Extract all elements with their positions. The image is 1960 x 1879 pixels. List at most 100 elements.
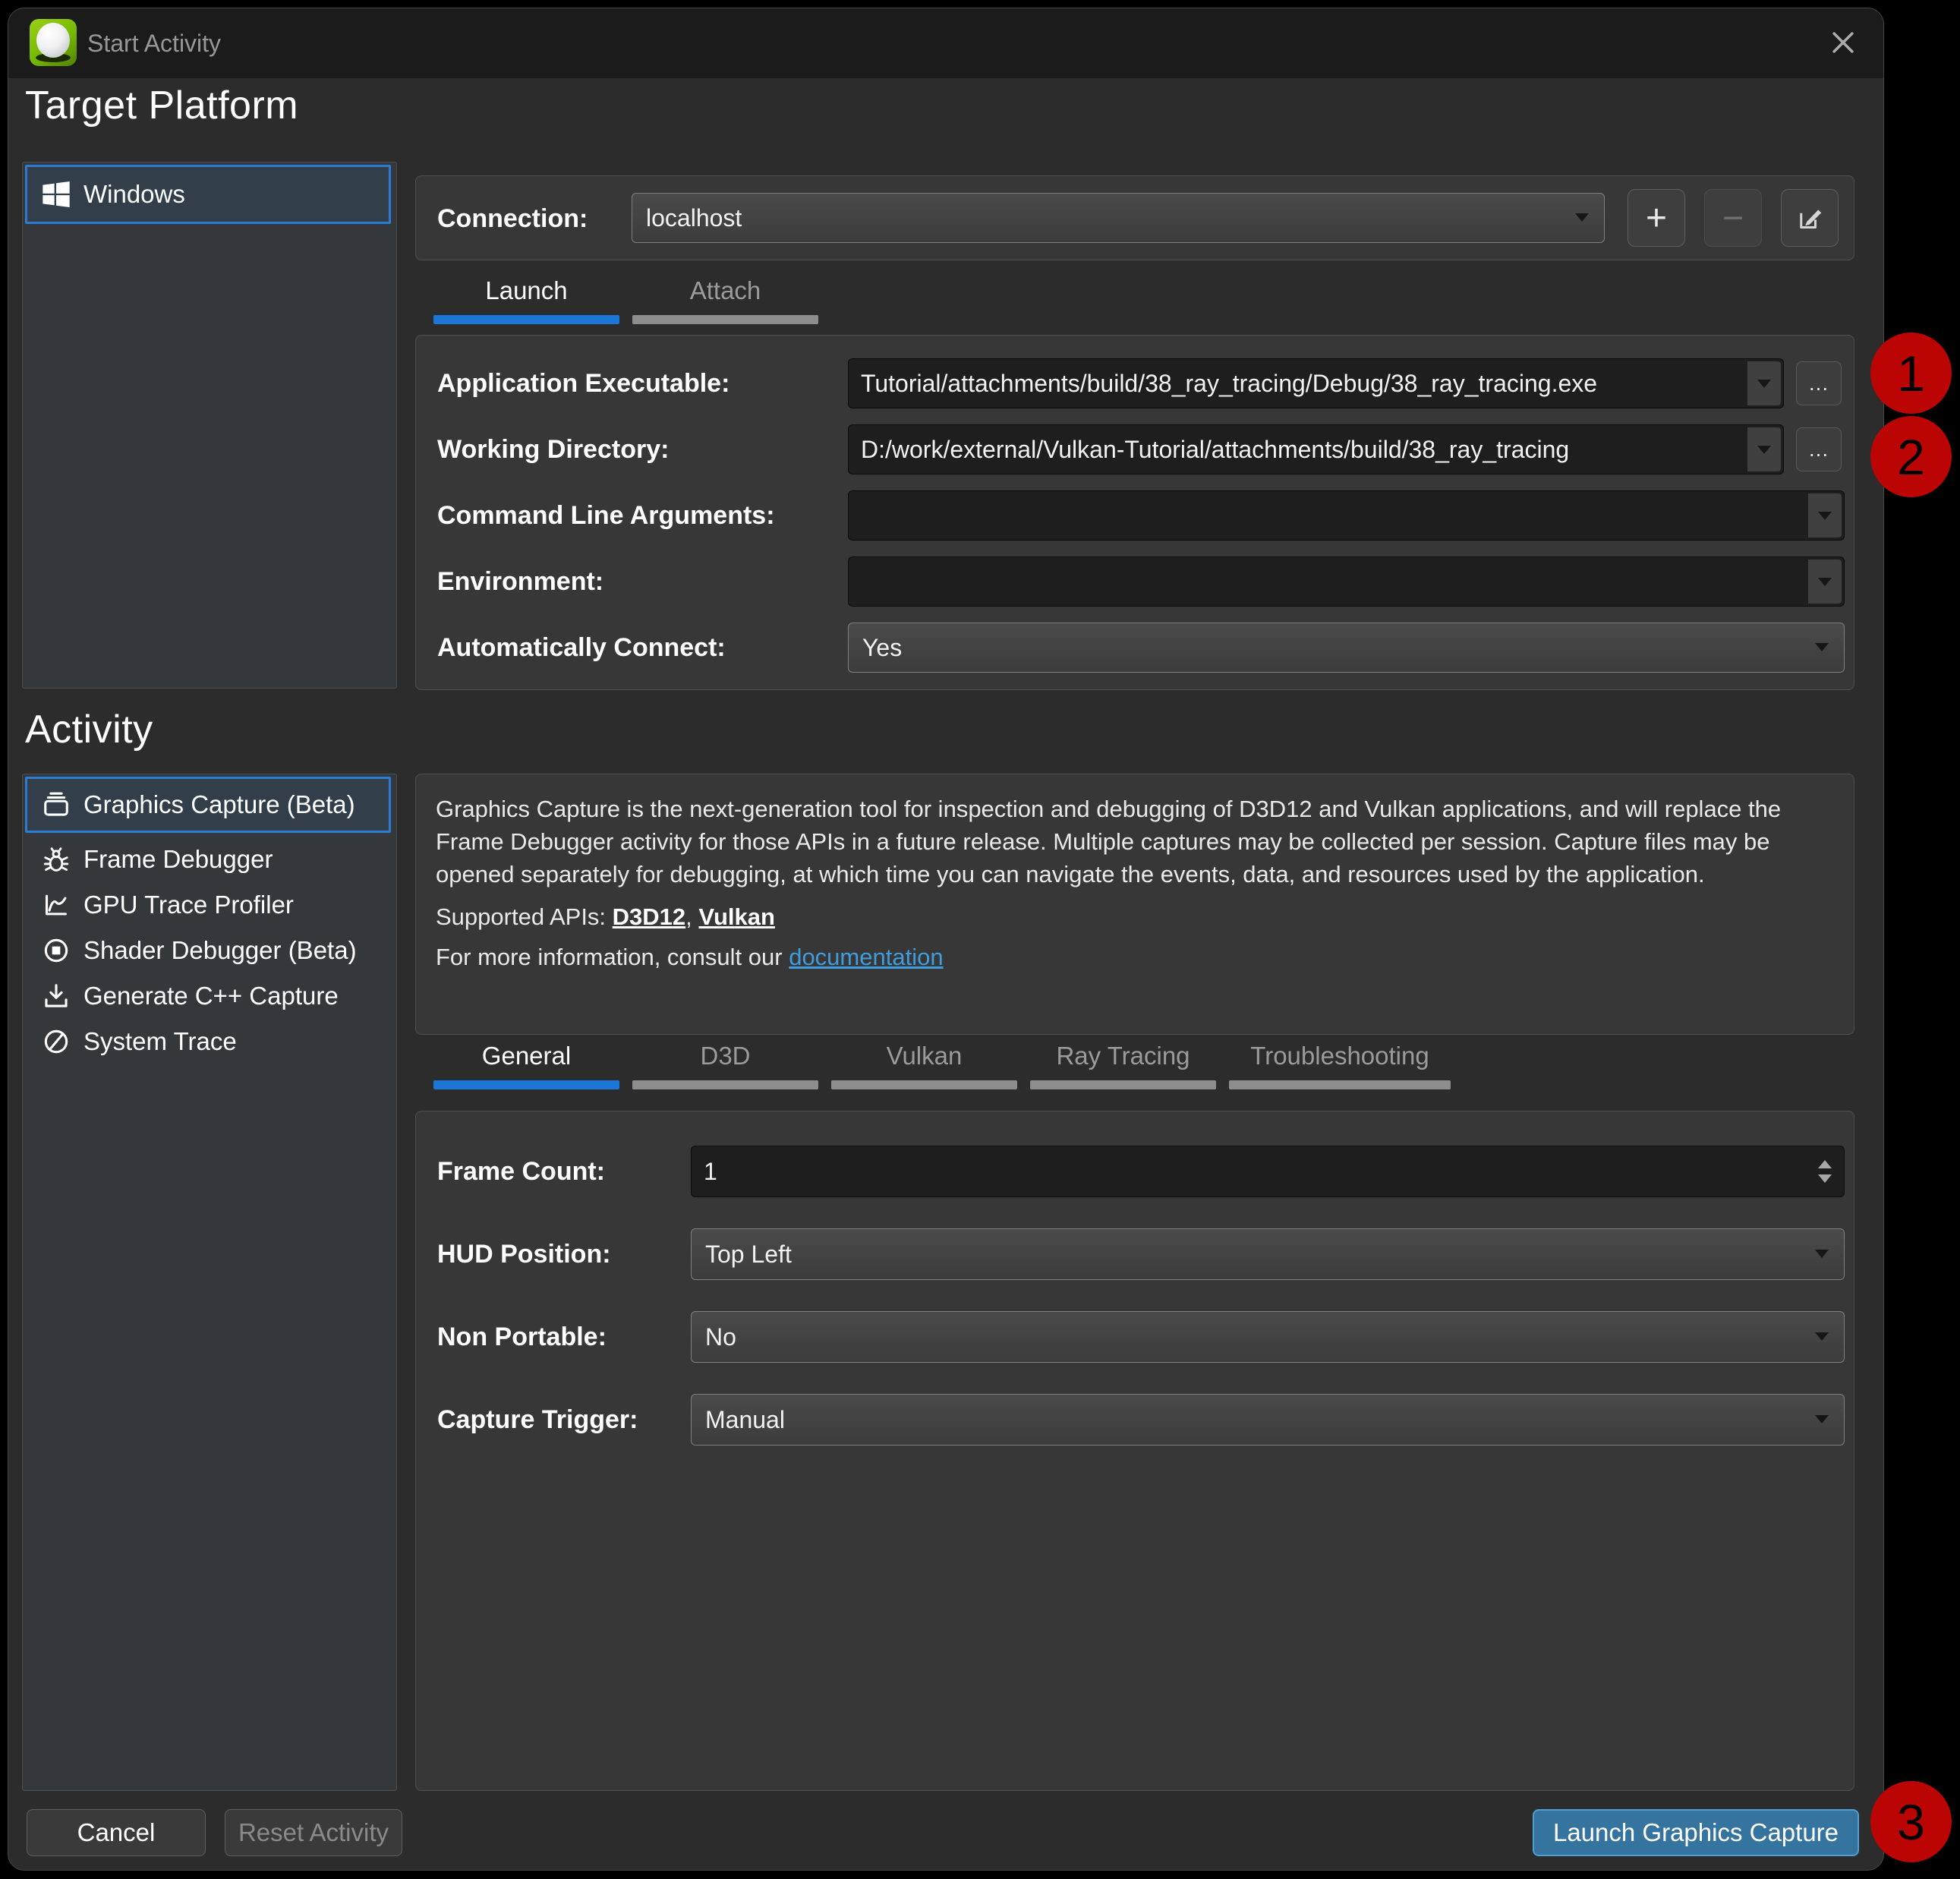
api-link-vulkan[interactable]: Vulkan	[698, 903, 775, 930]
tab-label: D3D	[632, 1039, 818, 1073]
edit-connection-button[interactable]	[1781, 189, 1839, 247]
spinner-arrows[interactable]	[1813, 1146, 1836, 1196]
target-platform-heading: Target Platform	[25, 83, 298, 128]
tab-label: Troubleshooting	[1229, 1039, 1451, 1073]
browse-directory-button[interactable]: ...	[1796, 427, 1842, 471]
tab-launch[interactable]: Launch	[433, 274, 619, 324]
tab-underline	[632, 1080, 818, 1089]
connection-label: Connection:	[437, 204, 588, 234]
activity-item-gpu-trace-profiler[interactable]: GPU Trace Profiler	[27, 882, 393, 928]
connection-group: Connection: localhost + −	[415, 175, 1854, 260]
connection-select[interactable]: localhost	[632, 193, 1605, 243]
environment-combo[interactable]	[848, 556, 1845, 607]
field-value: No	[705, 1312, 736, 1362]
download-icon	[39, 982, 73, 1010]
working-directory-combo[interactable]: D:/work/external/Vulkan-Tutorial/attachm…	[848, 424, 1784, 474]
remove-connection-button[interactable]: −	[1704, 189, 1762, 247]
ellipsis-icon: ...	[1809, 371, 1829, 396]
minus-icon: −	[1722, 197, 1744, 239]
nsight-app-icon	[30, 19, 77, 66]
activity-item-label: Frame Debugger	[84, 845, 273, 874]
activity-item-graphics-capture[interactable]: Graphics Capture (Beta)	[25, 777, 391, 833]
field-value: D:/work/external/Vulkan-Tutorial/attachm…	[861, 425, 1569, 474]
combo-arrow-seg[interactable]	[1747, 361, 1781, 405]
activity-item-label: Graphics Capture (Beta)	[84, 790, 355, 819]
activity-heading: Activity	[25, 707, 153, 752]
command-line-arguments-combo[interactable]	[848, 490, 1845, 541]
tab-underline	[831, 1080, 1017, 1089]
field-label: Non Portable:	[437, 1311, 607, 1363]
chevron-down-icon	[1815, 643, 1829, 651]
field-label: HUD Position:	[437, 1228, 611, 1280]
field-value: 1	[704, 1146, 717, 1196]
supported-apis-label: Supported APIs:	[436, 903, 606, 930]
chevron-down-icon	[1757, 380, 1771, 388]
field-label: Frame Count:	[437, 1146, 605, 1197]
launch-graphics-capture-button[interactable]: Launch Graphics Capture	[1533, 1809, 1859, 1856]
field-value: Top Left	[705, 1229, 792, 1279]
chevron-down-icon	[1757, 446, 1771, 454]
edit-pencil-icon	[1795, 203, 1825, 233]
chevron-down-icon	[1815, 1332, 1829, 1341]
add-connection-button[interactable]: +	[1628, 189, 1685, 247]
annotation-step-3: 3	[1870, 1781, 1952, 1862]
tab-ray-tracing[interactable]: Ray Tracing	[1030, 1039, 1216, 1089]
activity-description-panel: Graphics Capture is the next-generation …	[415, 774, 1854, 1035]
frame-count-spinner[interactable]: 1	[691, 1146, 1845, 1197]
chevron-down-icon	[1818, 512, 1832, 520]
application-executable-combo[interactable]: Tutorial/attachments/build/38_ray_tracin…	[848, 358, 1784, 408]
activity-item-shader-debugger[interactable]: Shader Debugger (Beta)	[27, 928, 393, 973]
platform-list: Windows	[22, 162, 397, 689]
documentation-link[interactable]: documentation	[789, 944, 943, 970]
tab-underline	[1229, 1080, 1451, 1089]
bug-icon	[39, 845, 73, 874]
title-bar: Start Activity	[8, 8, 1883, 78]
api-link-d3d12[interactable]: D3D12	[613, 903, 686, 930]
tab-label: Attach	[632, 274, 818, 307]
settings-tabs: General D3D Vulkan Ray Tracing Troublesh…	[433, 1039, 1451, 1089]
browse-executable-button[interactable]: ...	[1796, 361, 1842, 405]
activity-item-label: System Trace	[84, 1027, 237, 1056]
tab-underline	[1030, 1080, 1216, 1089]
window-title: Start Activity	[87, 30, 221, 58]
chart-icon	[39, 891, 73, 919]
supported-apis-line: Supported APIs: D3D12, Vulkan	[436, 903, 1834, 931]
hud-position-select[interactable]: Top Left	[691, 1228, 1845, 1280]
activity-item-generate-cpp-capture[interactable]: Generate C++ Capture	[27, 973, 393, 1019]
combo-arrow-seg[interactable]	[1808, 560, 1842, 604]
more-info-text: For more information, consult our	[436, 944, 783, 970]
field-label: Capture Trigger:	[437, 1394, 638, 1446]
more-info-line: For more information, consult our docume…	[436, 944, 1834, 971]
activity-list: Graphics Capture (Beta) Frame Debugger	[22, 774, 397, 1791]
activity-item-label: Generate C++ Capture	[84, 982, 339, 1010]
tab-underline	[433, 315, 619, 324]
tab-label: Ray Tracing	[1030, 1039, 1216, 1073]
launch-params-group: Application Executable: Tutorial/attachm…	[415, 335, 1854, 690]
capture-trigger-select[interactable]: Manual	[691, 1394, 1845, 1446]
tab-general[interactable]: General	[433, 1039, 619, 1089]
activity-item-system-trace[interactable]: System Trace	[27, 1019, 393, 1064]
field-label: Application Executable:	[437, 358, 729, 408]
combo-arrow-seg[interactable]	[1747, 427, 1781, 471]
reset-activity-button[interactable]: Reset Activity	[225, 1809, 402, 1856]
combo-arrow-seg[interactable]	[1808, 493, 1842, 538]
annotation-step-2: 2	[1870, 416, 1952, 497]
description-text: Graphics Capture is the next-generation …	[436, 793, 1836, 891]
platform-item-windows[interactable]: Windows	[25, 165, 391, 224]
tab-troubleshooting[interactable]: Troubleshooting	[1229, 1039, 1451, 1089]
chevron-down-icon	[1815, 1415, 1829, 1423]
spinner-down-icon	[1818, 1174, 1832, 1183]
activity-item-frame-debugger[interactable]: Frame Debugger	[27, 837, 393, 882]
tab-d3d[interactable]: D3D	[632, 1039, 818, 1089]
non-portable-select[interactable]: No	[691, 1311, 1845, 1363]
field-label: Working Directory:	[437, 424, 669, 474]
close-icon[interactable]	[1826, 25, 1861, 60]
general-params-group: Frame Count: 1 HUD Position: Top Left No…	[415, 1111, 1854, 1791]
automatically-connect-select[interactable]: Yes	[848, 623, 1845, 673]
chevron-down-icon	[1575, 213, 1589, 222]
spinner-up-icon	[1818, 1160, 1832, 1168]
platform-item-label: Windows	[84, 180, 185, 209]
cancel-button[interactable]: Cancel	[27, 1809, 206, 1856]
tab-vulkan[interactable]: Vulkan	[831, 1039, 1017, 1089]
tab-attach[interactable]: Attach	[632, 274, 818, 324]
